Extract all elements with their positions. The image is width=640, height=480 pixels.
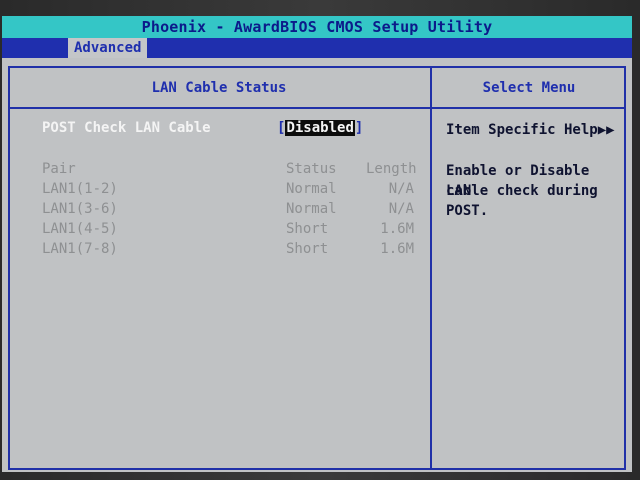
table-row-pair: LAN1(1-2)	[42, 181, 118, 197]
help-panel-header: Select Menu	[482, 80, 576, 96]
column-header-status: Status	[286, 161, 337, 177]
bios-screen: Phoenix - AwardBIOS CMOS Setup Utility A…	[0, 0, 640, 480]
bracket-close: ]	[354, 120, 364, 136]
help-title: Item Specific Help▶▶	[446, 122, 615, 138]
table-row-length: N/A	[388, 201, 414, 217]
setup-panel: LAN Cable Status Select Menu POST Check …	[2, 58, 632, 472]
column-header-length: Length	[366, 161, 417, 177]
setting-label-post-check-lan-cable: POST Check LAN Cable	[42, 120, 211, 136]
selected-value[interactable]: Disabled	[285, 120, 355, 136]
table-row-status: Short	[286, 221, 329, 237]
table-row-status: Short	[286, 241, 329, 257]
table-row-pair: LAN1(4-5)	[42, 221, 118, 237]
tab-advanced[interactable]: Advanced	[68, 38, 148, 58]
section-header: LAN Cable Status	[151, 80, 287, 96]
help-text-line: POST.	[446, 203, 489, 219]
table-row-status: Normal	[286, 181, 337, 197]
column-header-pair: Pair	[42, 161, 76, 177]
setting-value-post-check-lan-cable[interactable]: [Disabled]	[277, 120, 363, 136]
help-text-line: cable check during	[446, 183, 598, 199]
vertical-divider	[430, 66, 432, 470]
table-row-length: 1.6M	[380, 241, 414, 257]
table-row-length: N/A	[388, 181, 414, 197]
table-row-pair: LAN1(3-6)	[42, 201, 118, 217]
table-row-status: Normal	[286, 201, 337, 217]
table-row-pair: LAN1(7-8)	[42, 241, 118, 257]
table-row-length: 1.6M	[380, 221, 414, 237]
horizontal-divider	[8, 107, 626, 109]
bios-title: Phoenix - AwardBIOS CMOS Setup Utility	[2, 16, 632, 38]
menu-bar: Advanced	[2, 38, 632, 58]
